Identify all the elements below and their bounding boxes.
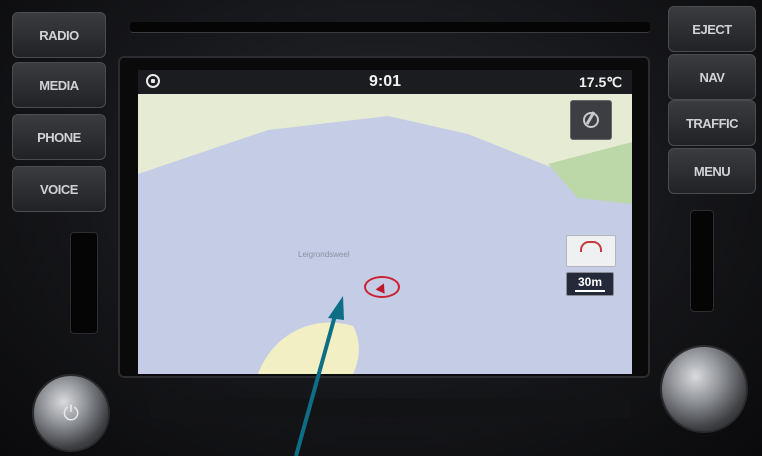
nav-button[interactable]: NAV	[668, 54, 756, 100]
radio-label: RADIO	[39, 27, 79, 43]
eject-button[interactable]: EJECT	[668, 6, 756, 52]
nav-label: NAV	[699, 69, 725, 85]
touchscreen[interactable]: 9:01 17.5℃ 30m Leigrondsweel	[138, 70, 632, 374]
media-label: MEDIA	[39, 77, 79, 93]
vehicle-position-marker	[364, 276, 400, 298]
cloud-icon	[580, 241, 602, 252]
map-overview-icon	[583, 112, 599, 128]
card-slot-left	[70, 232, 98, 334]
voice-button[interactable]: VOICE	[12, 166, 106, 212]
map-scale-label: 30m	[577, 275, 603, 289]
phone-button[interactable]: PHONE	[12, 114, 106, 160]
weather-button[interactable]	[566, 235, 616, 267]
card-slot-right	[690, 210, 714, 312]
map-overview-button[interactable]	[570, 100, 612, 140]
map-scale[interactable]: 30m	[566, 272, 614, 296]
voice-label: VOICE	[40, 181, 78, 197]
traffic-label: TRAFFIC	[685, 115, 739, 131]
power-icon: ⏻	[63, 401, 79, 425]
clock: 9:01	[368, 73, 402, 90]
street-label: Leigrondsweel	[298, 250, 350, 259]
menu-button[interactable]: MENU	[668, 148, 756, 194]
phone-label: PHONE	[37, 129, 81, 145]
navigation-arrow-icon	[375, 280, 389, 294]
status-bar: 9:01 17.5℃	[138, 70, 632, 94]
power-volume-knob[interactable]: ⏻	[32, 374, 110, 452]
menu-label: MENU	[693, 163, 731, 179]
media-button[interactable]: MEDIA	[12, 62, 106, 108]
eject-label: EJECT	[692, 21, 732, 37]
cd-slot	[130, 22, 650, 33]
tune-knob[interactable]	[660, 345, 748, 433]
radio-button[interactable]: RADIO	[12, 12, 106, 58]
traffic-button[interactable]: TRAFFIC	[668, 100, 756, 146]
scale-bar	[575, 290, 605, 292]
outside-temperature: 17.5℃	[579, 74, 622, 90]
lower-trim	[150, 398, 630, 418]
map-view[interactable]	[138, 94, 632, 374]
